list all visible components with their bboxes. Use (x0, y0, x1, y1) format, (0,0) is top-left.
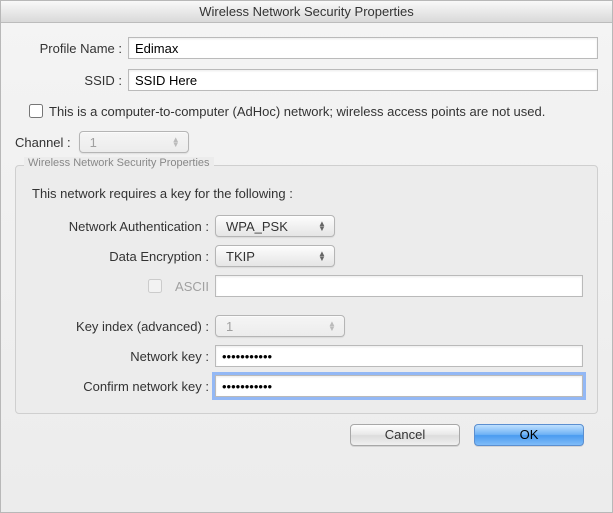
enc-label: Data Encryption : (30, 249, 215, 264)
adhoc-row: This is a computer-to-computer (AdHoc) n… (25, 101, 598, 121)
ascii-label: ASCII (175, 279, 209, 294)
cancel-button[interactable]: Cancel (350, 424, 460, 446)
key-index-label: Key index (advanced) : (30, 319, 215, 334)
key-index-value: 1 (226, 319, 233, 334)
security-groupbox: Wireless Network Security Properties Thi… (15, 165, 598, 414)
confirm-key-label: Confirm network key : (30, 379, 215, 394)
profile-name-label: Profile Name : (15, 41, 128, 56)
profile-name-row: Profile Name : (15, 37, 598, 59)
window-title: Wireless Network Security Properties (1, 1, 612, 23)
group-intro: This network requires a key for the foll… (32, 186, 583, 201)
enc-select[interactable]: TKIP ▲▼ (215, 245, 335, 267)
auth-select[interactable]: WPA_PSK ▲▼ (215, 215, 335, 237)
content-area: Profile Name : SSID : This is a computer… (1, 23, 612, 454)
auth-value: WPA_PSK (226, 219, 288, 234)
ascii-checkbox (148, 279, 162, 293)
network-key-label: Network key : (30, 349, 215, 364)
ok-button[interactable]: OK (474, 424, 584, 446)
dialog-window: Wireless Network Security Properties Pro… (0, 0, 613, 513)
auth-row: Network Authentication : WPA_PSK ▲▼ (30, 215, 583, 237)
confirm-key-row: Confirm network key : (30, 375, 583, 397)
network-key-row: Network key : (30, 345, 583, 367)
adhoc-label: This is a computer-to-computer (AdHoc) n… (49, 104, 545, 119)
ssid-row: SSID : (15, 69, 598, 91)
ssid-label: SSID : (15, 73, 128, 88)
profile-name-input[interactable] (128, 37, 598, 59)
ssid-input[interactable] (128, 69, 598, 91)
key-index-select: 1 ▲▼ (215, 315, 345, 337)
confirm-key-input[interactable] (215, 375, 583, 397)
channel-select: 1 ▲▼ (79, 131, 189, 153)
network-key-input[interactable] (215, 345, 583, 367)
enc-row: Data Encryption : TKIP ▲▼ (30, 245, 583, 267)
chevron-updown-icon: ▲▼ (316, 251, 328, 261)
adhoc-checkbox[interactable] (29, 104, 43, 118)
chevron-updown-icon: ▲▼ (170, 137, 182, 147)
channel-row: Channel : 1 ▲▼ (15, 131, 598, 153)
enc-value: TKIP (226, 249, 255, 264)
channel-label: Channel : (15, 135, 71, 150)
auth-label: Network Authentication : (30, 219, 215, 234)
ascii-row: ASCII (30, 275, 583, 297)
chevron-updown-icon: ▲▼ (316, 221, 328, 231)
channel-value: 1 (90, 135, 97, 150)
button-row: Cancel OK (15, 414, 598, 446)
chevron-updown-icon: ▲▼ (326, 321, 338, 331)
key-index-row: Key index (advanced) : 1 ▲▼ (30, 315, 583, 337)
ascii-input[interactable] (215, 275, 583, 297)
group-legend: Wireless Network Security Properties (24, 157, 214, 169)
